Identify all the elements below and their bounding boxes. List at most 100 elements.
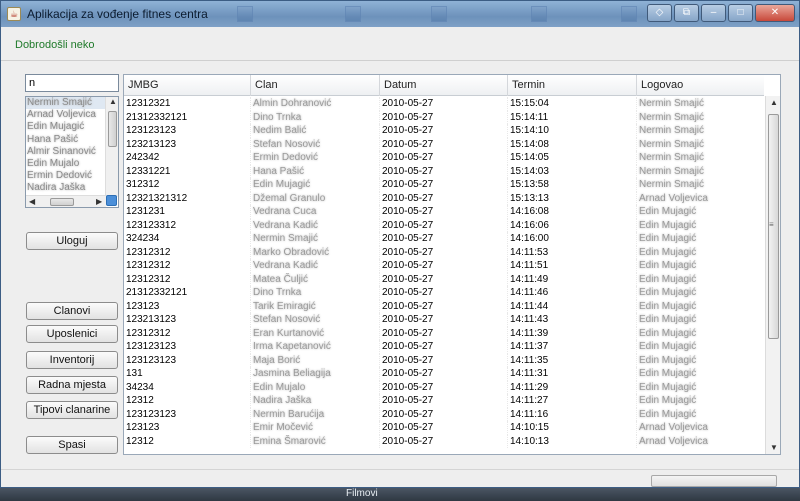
scroll-thumb[interactable] bbox=[50, 198, 74, 206]
table-cell: 2010-05-27 bbox=[380, 340, 508, 354]
table-row[interactable]: 21312332121 Dino Trnka 2010-05-27 14:11:46 E… bbox=[124, 286, 764, 300]
title-bar[interactable]: ☕ Aplikacija za vođenje fitnes centra ◇ … bbox=[1, 1, 799, 27]
table-cell: 1231231 bbox=[124, 205, 251, 219]
table-cell: Edin Mujagić bbox=[639, 287, 697, 298]
window-close-button[interactable]: ✕ bbox=[755, 4, 795, 22]
workplaces-button[interactable]: Radna mjesta bbox=[26, 376, 118, 394]
membership-types-button[interactable]: Tipovi clanarine bbox=[26, 401, 118, 419]
scroll-down-icon[interactable]: ▼ bbox=[770, 443, 778, 452]
table-row[interactable]: 123123123 Maja Borić 2010-05-27 14:11:35 Edi… bbox=[124, 353, 764, 367]
table-row[interactable]: 12321321312 Džemal Granulo 2010-05-27 15:13… bbox=[124, 191, 764, 205]
table-cell: Edin Mujagić bbox=[639, 327, 697, 339]
table-cell: 14:11:29 bbox=[508, 380, 637, 394]
table-cell: Edin Mujagić bbox=[639, 381, 697, 393]
table-cell: 2010-05-27 bbox=[380, 367, 508, 381]
scroll-right-icon[interactable]: ▶ bbox=[96, 197, 102, 206]
table-row[interactable]: 34234 Edin Mujalo 2010-05-27 14:11:29 Edin M… bbox=[124, 380, 764, 394]
table-row[interactable]: 12331221 Hana Pašić 2010-05-27 15:14:03 Nerm… bbox=[124, 164, 764, 178]
table-row[interactable]: 123123123 Nedim Balić 2010-05-27 15:14:10 Ne… bbox=[124, 124, 764, 138]
table-cell: Emina Šmarović bbox=[251, 434, 380, 448]
scroll-up-icon[interactable]: ▲ bbox=[109, 97, 117, 106]
scroll-thumb[interactable] bbox=[108, 111, 117, 147]
table-cell: 12312312 bbox=[124, 259, 251, 273]
table-cell: 324234 bbox=[124, 232, 251, 246]
table-cell: 12331221 bbox=[124, 164, 251, 178]
table-row[interactable]: 12312312 Marko Obradović 2010-05-27 14:11:5… bbox=[124, 245, 764, 259]
list-item[interactable]: Ermin Dedović bbox=[26, 170, 106, 182]
table-cell: 2010-05-27 bbox=[380, 218, 508, 232]
table-cell: 14:11:31 bbox=[508, 367, 637, 381]
column-header-jmbg[interactable]: JMBG bbox=[124, 75, 251, 96]
table-cell: 242342 bbox=[124, 151, 251, 165]
table-row[interactable]: 12312312 Vedrana Kadić 2010-05-27 14:11:51 E… bbox=[124, 259, 764, 273]
table-cell: Edin Mujagić bbox=[639, 246, 697, 258]
member-search-input[interactable] bbox=[25, 74, 119, 92]
window-minimize-button[interactable]: – bbox=[701, 4, 726, 22]
table-row[interactable]: 12312 Nadira Jaška 2010-05-27 14:11:27 Edin … bbox=[124, 394, 764, 408]
table-cell: Stefan Nosović bbox=[251, 313, 380, 327]
table-cell: 14:11:37 bbox=[508, 340, 637, 354]
table-row[interactable]: 123123123 Irma Kapetanović 2010-05-27 14:11… bbox=[124, 340, 764, 354]
table-row[interactable]: 12312321 Almin Dohranović 2010-05-27 15:15:… bbox=[124, 97, 764, 111]
employees-button[interactable]: Uposlenici bbox=[26, 325, 118, 343]
table-cell: Nermin Smajić bbox=[639, 125, 705, 136]
table-vertical-scrollbar[interactable]: ▲ ≡ ▼ bbox=[765, 96, 780, 454]
table-cell: 14:11:53 bbox=[508, 245, 637, 259]
table-row[interactable]: 123213123 Stefan Nosović 2010-05-27 14:11:4… bbox=[124, 313, 764, 327]
window-maximize-button[interactable]: □ bbox=[728, 4, 753, 22]
name-list-vertical-scrollbar[interactable]: ▲ bbox=[105, 97, 118, 197]
table-row[interactable]: 12312312 Eran Kurtanović 2010-05-27 14:11:3… bbox=[124, 326, 764, 340]
table-body: 12312321 Almin Dohranović 2010-05-27 15:15:… bbox=[124, 97, 764, 448]
column-header-member[interactable]: Clan bbox=[251, 75, 380, 96]
list-item[interactable]: Hana Pašić bbox=[26, 134, 106, 146]
table-cell: 2010-05-27 bbox=[380, 124, 508, 138]
table-row[interactable]: 312312 Edin Mujagić 2010-05-27 15:13:58 Nerm… bbox=[124, 178, 764, 192]
scroll-up-icon[interactable]: ▲ bbox=[770, 98, 778, 107]
list-item[interactable]: Nermin Smajić bbox=[26, 97, 106, 110]
table-row[interactable]: 123123312 Vedrana Kadić 2010-05-27 14:16:06… bbox=[124, 218, 764, 232]
table-row[interactable]: 324234 Nermin Smajić 2010-05-27 14:16:00 Edi… bbox=[124, 232, 764, 246]
taskbar-label-folder[interactable]: Filmovi bbox=[346, 488, 378, 499]
column-header-date[interactable]: Datum bbox=[380, 75, 508, 96]
java-app-icon: ☕ bbox=[7, 7, 21, 21]
list-item[interactable]: Edin Mujagić bbox=[26, 121, 106, 133]
table-row[interactable]: 21312332121 Dino Trnka 2010-05-27 15:14:11 N… bbox=[124, 110, 764, 124]
list-item[interactable]: Almir Sinanović bbox=[26, 146, 106, 158]
greeting-label: Dobrodošli neko bbox=[15, 39, 95, 51]
window-restore-button[interactable]: ⧉ bbox=[674, 4, 699, 22]
table-row[interactable]: 12312312 Matea Čuljić 2010-05-27 14:11:49 Ed… bbox=[124, 272, 764, 286]
table-row[interactable]: 123123 Emir Močević 2010-05-27 14:10:15 Arna… bbox=[124, 421, 764, 435]
table-cell: 14:11:27 bbox=[508, 394, 637, 408]
attendance-table[interactable]: JMBG Clan Datum Termin Logovao 12312321 A… bbox=[123, 74, 781, 455]
save-button[interactable]: Spasi bbox=[26, 436, 118, 454]
table-row[interactable]: 131 Jasmina Beliagija 2010-05-27 14:11:31 Ed… bbox=[124, 367, 764, 381]
name-list-horizontal-scrollbar[interactable]: ◀ ▶ bbox=[26, 195, 106, 207]
table-cell: Vedrana Kadić bbox=[251, 259, 380, 273]
table-cell: 14:16:06 bbox=[508, 218, 637, 232]
scroll-down-icon[interactable] bbox=[106, 195, 117, 206]
column-header-time[interactable]: Termin bbox=[508, 75, 637, 96]
window-switch-button[interactable]: ◇ bbox=[647, 4, 672, 22]
table-cell: Nermin Smajić bbox=[639, 98, 705, 109]
list-item[interactable]: Edin Mujalo bbox=[26, 158, 106, 170]
table-cell: 14:11:43 bbox=[508, 313, 637, 327]
scroll-left-icon[interactable]: ◀ bbox=[29, 197, 35, 206]
table-cell: 2010-05-27 bbox=[380, 286, 508, 300]
table-row[interactable]: 12312 Emina Šmarović 2010-05-27 14:10:13 Arn… bbox=[124, 434, 764, 448]
table-row[interactable]: 123123 Tarik Emiragić 2010-05-27 14:11:44 Ed… bbox=[124, 299, 764, 313]
table-row[interactable]: 242342 Ermin Dedović 2010-05-27 15:14:05 Ner… bbox=[124, 151, 764, 165]
list-item[interactable]: Arnad Voljevica bbox=[26, 109, 106, 121]
table-row[interactable]: 123213123 Stefan Nosović 2010-05-27 15:14:0… bbox=[124, 137, 764, 151]
member-name-list[interactable]: Nermin Smajić Arnad Voljevica Edin Mujagić… bbox=[25, 96, 119, 208]
list-item[interactable]: Nadira Jaška bbox=[26, 182, 106, 194]
table-cell: Edin Mujagić bbox=[639, 368, 697, 379]
table-row[interactable]: 1231231 Vedrana Cuca 2010-05-27 14:16:08 Edi… bbox=[124, 205, 764, 219]
login-button[interactable]: Uloguj bbox=[26, 232, 118, 250]
column-header-logged-by[interactable]: Logovao bbox=[637, 75, 764, 96]
table-row[interactable]: 123123123 Nermin Barućija 2010-05-27 14:11:… bbox=[124, 407, 764, 421]
inventory-button[interactable]: Inventorij bbox=[26, 351, 118, 369]
members-button[interactable]: Clanovi bbox=[26, 302, 118, 320]
table-cell: 131 bbox=[124, 367, 251, 381]
divider bbox=[1, 60, 799, 61]
table-cell: Vedrana Cuca bbox=[251, 205, 380, 219]
